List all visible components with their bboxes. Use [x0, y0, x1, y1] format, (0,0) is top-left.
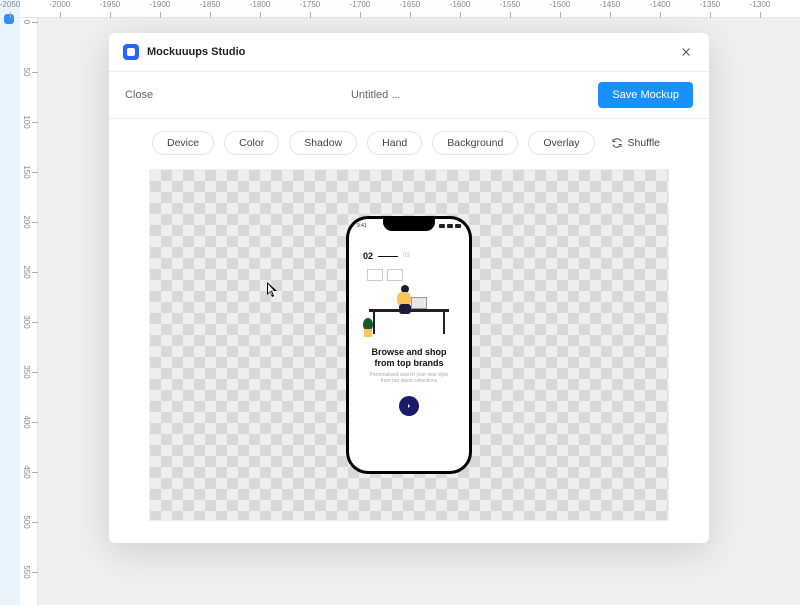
ruler-horizontal: -2050-2000-1950-1900-1850-1800-1750-1700… [20, 0, 800, 18]
ruler-vertical: 050100150200250300350400450500550 [20, 18, 38, 605]
battery-icon [455, 224, 461, 228]
close-button[interactable]: Close [125, 89, 153, 101]
phone-screen: 9:41 02 03 [349, 219, 469, 471]
headline-line1: Browse and shop [371, 347, 446, 357]
option-tabs: Device Color Shadow Hand Background Overlay Sh… [109, 119, 709, 165]
tab-overlay[interactable]: Overlay [528, 131, 594, 155]
illustration [363, 267, 455, 337]
person-icon [393, 285, 415, 315]
desk-leg-icon [443, 312, 445, 334]
desk-leg-icon [373, 312, 375, 334]
shuffle-button[interactable]: Shuffle [605, 132, 667, 154]
close-icon[interactable] [677, 43, 695, 61]
tab-shadow[interactable]: Shadow [289, 131, 357, 155]
tab-color[interactable]: Color [224, 131, 279, 155]
page-current: 02 [363, 251, 373, 261]
status-time: 9:41 [357, 223, 367, 229]
app-screen-content: 02 03 [349, 239, 469, 471]
plant-icon [363, 319, 373, 337]
tab-device[interactable]: Device [152, 131, 214, 155]
transparency-background: 9:41 02 03 [149, 169, 669, 521]
preview-area: 9:41 02 03 [109, 165, 709, 543]
wifi-icon [447, 224, 453, 228]
headline: Browse and shop from top brands [371, 347, 446, 369]
page-line-icon [378, 256, 398, 257]
signal-icon [439, 224, 445, 228]
picture-frame-icon [367, 269, 383, 281]
document-title: Untitled ... [153, 89, 598, 101]
phone-mockup: 9:41 02 03 [346, 216, 472, 474]
tab-background[interactable]: Background [432, 131, 518, 155]
app-title: Mockuuups Studio [147, 46, 245, 58]
next-button[interactable] [399, 396, 419, 416]
app-icon [123, 44, 139, 60]
arrow-right-icon [405, 402, 413, 410]
picture-frame-icon [387, 269, 403, 281]
modal-header: Mockuuups Studio [109, 33, 709, 72]
shuffle-icon [611, 137, 623, 149]
subline-line2: from our latest collections [381, 378, 438, 384]
modal-subheader: Close Untitled ... Save Mockup [109, 72, 709, 119]
save-mockup-button[interactable]: Save Mockup [598, 82, 693, 108]
page-total: 03 [403, 253, 410, 259]
mockup-modal: Mockuuups Studio Close Untitled ... Save… [109, 33, 709, 543]
status-bar: 9:41 [357, 223, 461, 229]
headline-line2: from top brands [374, 358, 443, 368]
page-indicator: 02 03 [363, 251, 410, 261]
left-info-panel [0, 0, 20, 605]
subheadline: Personalised search your new style from … [370, 372, 449, 384]
tab-hand[interactable]: Hand [367, 131, 422, 155]
